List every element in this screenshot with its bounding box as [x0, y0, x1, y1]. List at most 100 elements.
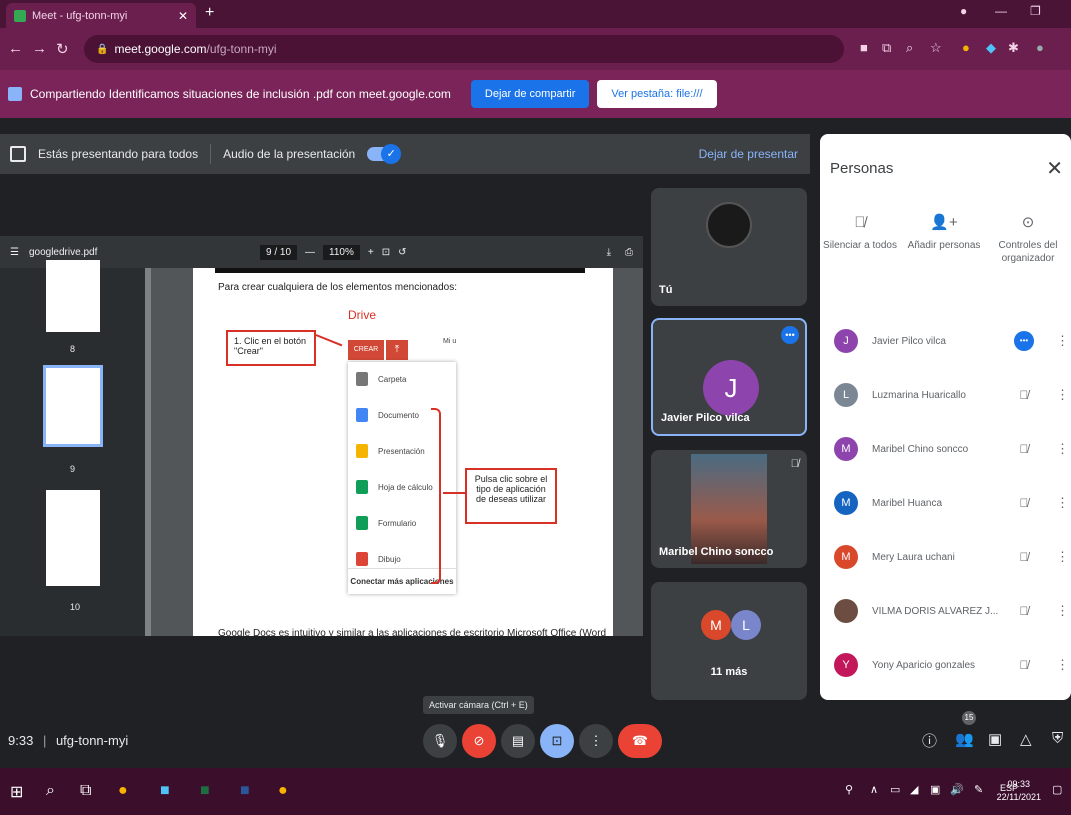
zoom-level[interactable]: 110% — [323, 244, 360, 260]
view-tab-button[interactable]: Ver pestaña: file:/// — [597, 80, 717, 108]
task-view-icon[interactable]: ⧉ — [80, 782, 91, 800]
participant-row[interactable]: Y Yony Aparicio gonzales 🎙̸ ⋮ — [820, 638, 1071, 692]
pen-icon[interactable]: ✎ — [974, 783, 983, 796]
participant-tile-self[interactable]: Tú — [651, 188, 807, 306]
volume-icon[interactable]: 🔊 — [950, 783, 964, 796]
show-hidden-icon[interactable]: ∧ — [870, 783, 878, 796]
battery-icon[interactable]: ▭ — [890, 783, 900, 796]
zoom-out-icon[interactable]: — — [305, 247, 315, 258]
participant-tile-more[interactable]: M L 11 más — [651, 582, 807, 700]
participant-row[interactable]: J Javier Pilco vilca ••• ⋮ — [820, 314, 1071, 368]
end-call-button[interactable]: ☎ — [618, 724, 662, 758]
bookmark-star-icon[interactable]: ☆ — [930, 40, 942, 56]
activities-icon[interactable]: △ — [1020, 730, 1032, 748]
close-tab-icon[interactable]: ✕ — [178, 9, 188, 23]
microphone-button[interactable]: 🎙 — [423, 724, 457, 758]
extension-drop-icon[interactable]: ◆ — [986, 40, 996, 56]
people-tray-icon[interactable]: ⚲ — [845, 783, 853, 796]
more-options-icon[interactable]: ⋮ — [1056, 657, 1069, 673]
thumbnail-page[interactable] — [46, 260, 100, 332]
word-icon[interactable]: ■ — [240, 782, 250, 800]
back-icon[interactable]: ← — [8, 40, 23, 57]
people-icon[interactable]: 👥 — [955, 730, 974, 748]
more-options-icon[interactable]: ⋮ — [1056, 549, 1069, 565]
url-bar[interactable]: 🔒 meet.google.com/ufg-tonn-myi — [84, 35, 844, 63]
reload-icon[interactable]: ↻ — [56, 40, 69, 58]
host-controls-button[interactable]: ⊙ Controles del organizador — [988, 215, 1068, 265]
camera-status-icon[interactable]: ■ — [860, 40, 868, 55]
taskbar-clock[interactable]: 09:33 22/11/2021 — [997, 778, 1041, 804]
speaking-icon[interactable]: ••• — [1014, 331, 1034, 351]
new-tab-icon[interactable]: + — [205, 4, 214, 22]
my-drive-label: Mi u — [443, 338, 457, 345]
close-icon[interactable]: ✕ — [1046, 156, 1063, 181]
rotate-icon[interactable]: ↺ — [398, 247, 406, 258]
zoom-icon[interactable]: ⌕ — [906, 40, 913, 56]
participant-row[interactable]: VILMA DORIS ALVAREZ J... 🎙̸ ⋮ — [820, 584, 1071, 638]
stop-presenting-button[interactable]: Dejar de presentar — [699, 147, 798, 161]
mic-off-icon[interactable]: 🎙̸ — [1014, 658, 1034, 672]
more-options-icon[interactable]: ⋮ — [1056, 441, 1069, 457]
notifications-icon[interactable]: ▢ — [1052, 783, 1062, 796]
profile-icon[interactable]: ● — [960, 4, 967, 18]
network-icon[interactable]: ◢ — [910, 783, 918, 796]
avatar[interactable]: ● — [1036, 40, 1044, 55]
mic-off-icon[interactable]: 🎙̸ — [1014, 442, 1034, 456]
page-indicator[interactable]: 9 / 10 — [260, 244, 298, 260]
avatar: J — [703, 360, 759, 416]
print-icon[interactable]: ⎙ — [625, 247, 633, 258]
mic-off-icon[interactable]: 🎙̸ — [1014, 388, 1034, 402]
participant-tile-maribel[interactable]: 🎙̸ Maribel Chino soncco — [651, 450, 807, 568]
menu-item-presentation: Presentación — [356, 444, 425, 458]
avatar — [834, 599, 858, 623]
excel-icon[interactable]: ■ — [200, 782, 210, 800]
participant-row[interactable]: M Maribel Chino soncco 🎙̸ ⋮ — [820, 422, 1071, 476]
browser-tab[interactable]: Meet - ufg-tonn-myi ✕ — [6, 3, 196, 28]
minimize-icon[interactable]: — — [995, 4, 1007, 18]
tab-title: Meet - ufg-tonn-myi — [32, 9, 128, 22]
mic-off-icon[interactable]: 🎙̸ — [1014, 604, 1034, 618]
mute-all-button[interactable]: 🎙̸ Silenciar a todos — [820, 215, 900, 252]
chrome-active-icon[interactable]: ● — [278, 782, 288, 800]
chrome-icon[interactable]: ● — [118, 782, 128, 800]
thumbnail-page[interactable] — [46, 490, 100, 586]
captions-button[interactable]: ▤ — [501, 724, 535, 758]
explorer-icon[interactable]: ■ — [160, 782, 170, 800]
display-icon[interactable]: ▣ — [930, 783, 940, 796]
meeting-details-icon[interactable]: ⓘ — [922, 730, 937, 751]
extensions-puzzle-icon[interactable]: ✱ — [1008, 40, 1019, 56]
mic-off-icon[interactable]: 🎙̸ — [1014, 496, 1034, 510]
presentation-audio-label: Audio de la presentación — [223, 147, 356, 161]
participant-row[interactable]: M Mery Laura uchani 🎙̸ ⋮ — [820, 530, 1071, 584]
host-lock-icon[interactable]: ⛨ — [1052, 730, 1063, 747]
more-options-button[interactable]: ⋮ — [579, 724, 613, 758]
stop-sharing-button[interactable]: Dejar de compartir — [470, 80, 590, 108]
more-options-icon[interactable]: ⋮ — [1056, 495, 1069, 511]
mic-off-icon[interactable]: 🎙̸ — [1014, 550, 1034, 564]
menu-icon[interactable]: ☰ — [10, 247, 19, 258]
participant-row[interactable]: L Luzmarina Huaricallo 🎙̸ ⋮ — [820, 368, 1071, 422]
maximize-icon[interactable]: ❐ — [1030, 4, 1041, 18]
extension-icon[interactable]: ● — [962, 40, 970, 55]
more-options-icon[interactable]: ⋮ — [1056, 333, 1069, 349]
thumbnail-scrollbar[interactable] — [145, 268, 151, 636]
participant-row[interactable]: M Maribel Huanca 🎙̸ ⋮ — [820, 476, 1071, 530]
more-options-icon[interactable]: ⋮ — [1056, 603, 1069, 619]
menu-item-drawing: Dibujo — [356, 552, 401, 566]
presentation-audio-toggle[interactable]: ✓ — [367, 144, 402, 164]
download-icon[interactable]: ⤓ — [607, 247, 611, 258]
forward-icon[interactable]: → — [32, 40, 47, 57]
fit-page-icon[interactable]: ⊡ — [382, 247, 390, 258]
chat-icon[interactable]: ▣ — [988, 730, 1002, 748]
participant-tile-javier[interactable]: J ••• Javier Pilco vilca — [651, 318, 807, 436]
zoom-in-icon[interactable]: + — [368, 247, 374, 258]
search-icon[interactable]: ⌕ — [46, 782, 55, 800]
forms-icon — [356, 516, 368, 530]
present-button[interactable]: ⊡ — [540, 724, 574, 758]
camera-off-button[interactable]: ⊘ — [462, 724, 496, 758]
thumbnail-page-current[interactable] — [43, 365, 103, 447]
more-options-icon[interactable]: ⋮ — [1056, 387, 1069, 403]
add-people-button[interactable]: 👤+ Añadir personas — [904, 215, 984, 252]
share-page-icon[interactable]: ⧉ — [882, 40, 891, 56]
windows-start-icon[interactable]: ⊞ — [10, 782, 23, 802]
